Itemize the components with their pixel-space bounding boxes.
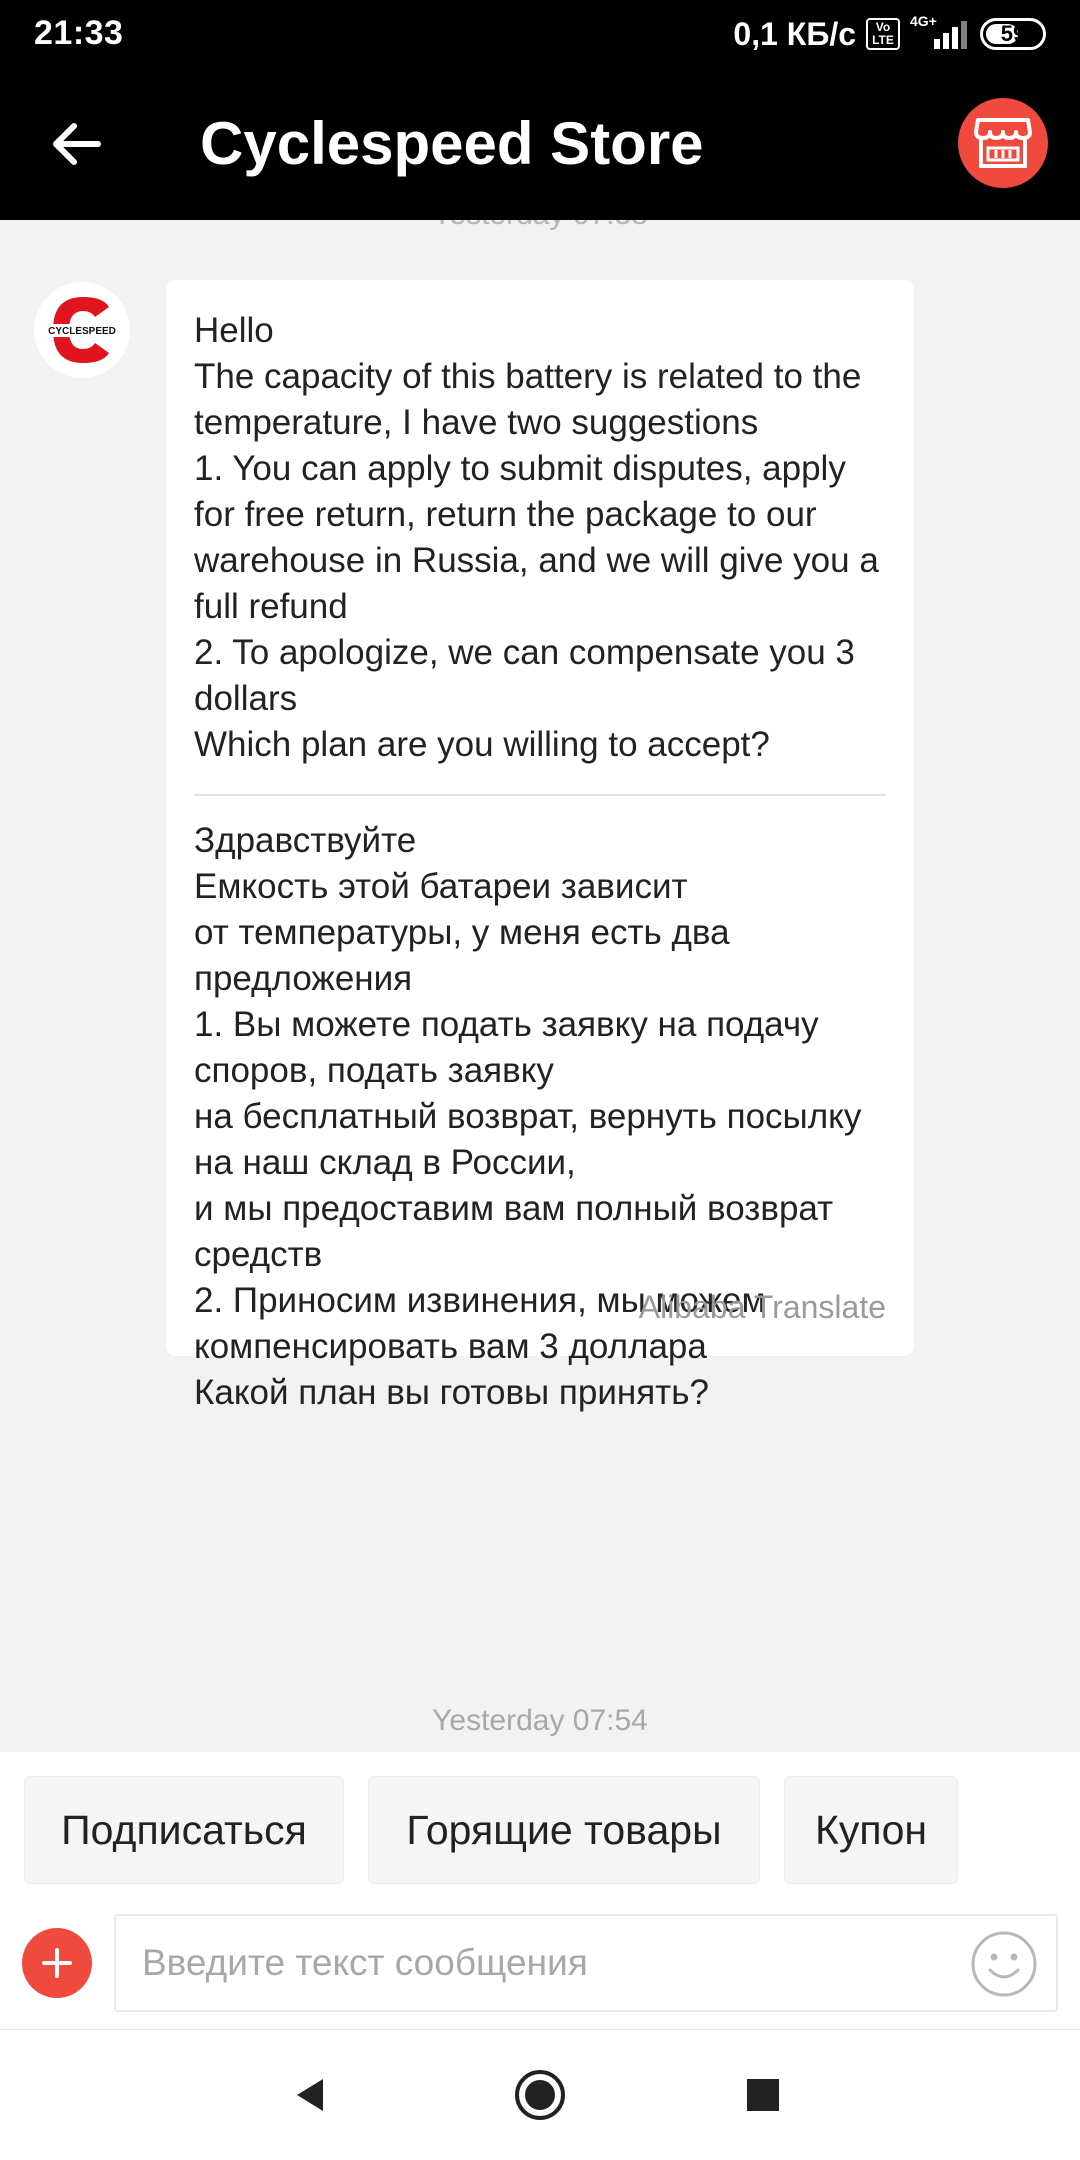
signal-icon: 4G+ [910, 13, 970, 51]
translation-credit: Alibaba Translate [638, 1289, 886, 1325]
message-input-bar [0, 1884, 1080, 2030]
network-type: 4G+ [910, 13, 937, 29]
message-translated-text: Здравствуйте Емкость этой батареи зависи… [194, 821, 862, 1412]
store-button[interactable] [958, 98, 1048, 188]
nav-back-button[interactable] [276, 2060, 346, 2130]
status-bar: 21:33 0,1 КБ/с Vo LTE 4G+ 59 [0, 0, 1080, 68]
status-indicators: 0,1 КБ/с Vo LTE 4G+ 59 [733, 13, 1046, 54]
cyclespeed-logo-icon: CYCLESPEED [41, 297, 123, 363]
battery-icon: 59 [980, 18, 1046, 50]
nav-recents-button[interactable] [728, 2060, 798, 2130]
page-title: Cyclespeed Store [200, 110, 704, 177]
status-time: 21:33 [34, 14, 124, 52]
avatar-logo-text: CYCLESPEED [48, 326, 116, 337]
message-input[interactable] [114, 1914, 1058, 2012]
storefront-icon [974, 118, 1032, 168]
quick-reply-hot-products[interactable]: Горящие товары [368, 1776, 760, 1884]
nav-home-button[interactable] [505, 2060, 575, 2130]
arrow-left-icon [53, 123, 101, 165]
network-speed: 0,1 КБ/с [733, 15, 856, 52]
circle-home-icon [515, 2070, 565, 2120]
emoji-button[interactable] [970, 1930, 1038, 1998]
quick-reply-subscribe[interactable]: Подписаться [24, 1776, 344, 1884]
back-button[interactable] [40, 108, 112, 180]
message-original-text: Hello The capacity of this battery is re… [194, 311, 879, 764]
battery-level-text: 59 [1000, 21, 1026, 46]
square-recents-icon [747, 2079, 779, 2111]
system-nav-bar [0, 2030, 1080, 2160]
add-attachment-button[interactable] [22, 1928, 92, 1998]
quick-reply-coupon[interactable]: Купон [784, 1776, 958, 1884]
triangle-back-icon [297, 2079, 323, 2111]
volte-icon: Vo LTE [866, 18, 900, 50]
plus-icon [42, 1948, 72, 1978]
chat-area[interactable]: Yesterday 07:38 CYCLESPEED Hello The cap… [0, 220, 1080, 1752]
seller-avatar[interactable]: CYCLESPEED [34, 282, 130, 378]
smiley-icon [971, 1931, 1037, 1997]
quick-replies: Подписаться Горящие товары Купон [0, 1752, 1080, 1884]
app-header: Cyclespeed Store [0, 68, 1080, 220]
message-timestamp: Yesterday 07:38 [0, 220, 1080, 232]
message-timestamp: Yesterday 07:54 [432, 1704, 648, 1737]
translation-divider [194, 794, 886, 796]
message-bubble[interactable]: Hello The capacity of this battery is re… [166, 280, 914, 1412]
